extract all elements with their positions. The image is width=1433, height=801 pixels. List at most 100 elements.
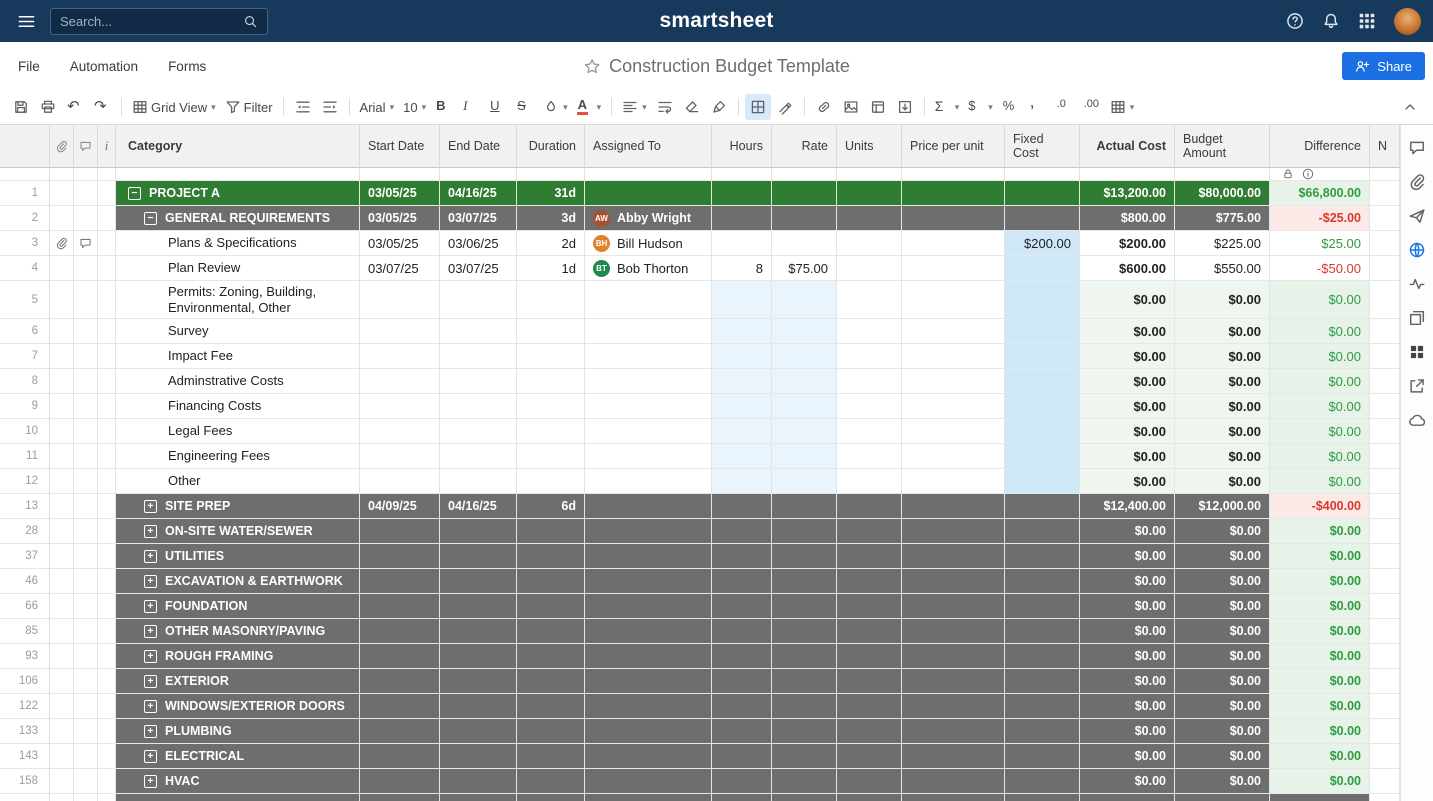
cell-comment[interactable]	[74, 206, 98, 231]
link-button[interactable]	[811, 94, 837, 120]
cell-fixed[interactable]	[1005, 519, 1080, 544]
column-header-attach[interactable]	[50, 125, 74, 168]
cell-attach[interactable]	[50, 769, 74, 794]
highlight-button[interactable]	[772, 94, 798, 120]
expand-toggle-icon[interactable]: +	[144, 600, 157, 613]
cell-next[interactable]	[1370, 394, 1400, 419]
copies-icon[interactable]	[1408, 309, 1426, 327]
cell-actual[interactable]: $0.00	[1080, 719, 1175, 744]
cell-budget[interactable]: $12,000.00	[1175, 494, 1270, 519]
cell-actual[interactable]: $0.00	[1080, 419, 1175, 444]
cell-budget[interactable]: $0.00	[1175, 769, 1270, 794]
cell-fixed[interactable]	[1005, 394, 1080, 419]
cell-info[interactable]	[98, 281, 116, 319]
notifications-bell-icon[interactable]	[1322, 12, 1340, 30]
cell-hours[interactable]	[712, 694, 772, 719]
cell-actual[interactable]: $0.00	[1080, 544, 1175, 569]
print-button[interactable]	[35, 94, 61, 120]
cell-hours[interactable]	[712, 769, 772, 794]
cell-price[interactable]	[902, 206, 1005, 231]
connections-icon[interactable]	[1408, 411, 1426, 429]
cell-hours[interactable]	[712, 181, 772, 206]
cell-actual[interactable]: $0.00	[1080, 769, 1175, 794]
cell-assigned[interactable]	[585, 569, 712, 594]
cell-rate[interactable]	[772, 494, 837, 519]
cell-attach[interactable]	[50, 694, 74, 719]
cell-hours[interactable]	[712, 669, 772, 694]
cell-attach[interactable]	[50, 794, 74, 801]
cell-info[interactable]	[98, 644, 116, 669]
cell-duration[interactable]	[517, 469, 585, 494]
column-header-hours[interactable]: Hours	[712, 125, 772, 168]
cell-actual[interactable]: $0.00	[1080, 319, 1175, 344]
cell-hours[interactable]	[712, 494, 772, 519]
collapse-toolbar-button[interactable]	[1397, 94, 1423, 120]
cell-assigned[interactable]: BTBob Thorton	[585, 256, 712, 281]
cell-fixed[interactable]	[1005, 694, 1080, 719]
cell-fixed[interactable]	[1005, 281, 1080, 319]
cell-rate[interactable]	[772, 769, 837, 794]
cell-category[interactable]: +UTILITIES	[116, 544, 360, 569]
cell-diff[interactable]: $0.00	[1270, 619, 1370, 644]
cell-info[interactable]	[98, 469, 116, 494]
cell-budget[interactable]: $0.00	[1175, 281, 1270, 319]
expand-toggle-icon[interactable]: +	[144, 525, 157, 538]
cell-category[interactable]: Engineering Fees	[116, 444, 360, 469]
column-header-actual[interactable]: Actual Cost	[1080, 125, 1175, 168]
cell-attach[interactable]	[50, 544, 74, 569]
cell-price[interactable]	[902, 231, 1005, 256]
cell-category[interactable]: Survey	[116, 319, 360, 344]
cell-budget[interactable]: $0.00	[1175, 719, 1270, 744]
cell-units[interactable]	[837, 494, 902, 519]
filter-button[interactable]: Filter	[221, 94, 277, 120]
collapse-toggle-icon[interactable]: −	[128, 187, 141, 200]
user-avatar[interactable]	[1394, 8, 1421, 35]
cell-rate[interactable]	[772, 231, 837, 256]
attachment-icon[interactable]	[55, 237, 68, 250]
cell-shift-button[interactable]	[892, 94, 918, 120]
cell-start[interactable]	[360, 419, 440, 444]
format-painter-button[interactable]	[706, 94, 732, 120]
cell-category[interactable]: +ROUGH FRAMING	[116, 644, 360, 669]
menu-file[interactable]: File	[18, 59, 40, 74]
cell-price[interactable]	[902, 644, 1005, 669]
cell-budget[interactable]: $80,000.00	[1175, 181, 1270, 206]
cell-fixed[interactable]	[1005, 569, 1080, 594]
cell-category[interactable]: +OTHER MASONRY/PAVING	[116, 619, 360, 644]
cell-duration[interactable]	[517, 669, 585, 694]
cell-start[interactable]: 04/09/25	[360, 494, 440, 519]
cell-next[interactable]	[1370, 744, 1400, 769]
cell-units[interactable]	[837, 469, 902, 494]
cell-actual[interactable]: $0.00	[1080, 344, 1175, 369]
cell-info[interactable]	[98, 181, 116, 206]
cell-fixed[interactable]	[1005, 544, 1080, 569]
cell-assigned[interactable]	[585, 694, 712, 719]
cell-actual[interactable]: $0.00	[1080, 369, 1175, 394]
cell-attach[interactable]	[50, 444, 74, 469]
cell-info[interactable]	[98, 619, 116, 644]
cell-budget[interactable]: $0.00	[1175, 444, 1270, 469]
percent-button[interactable]: %	[998, 94, 1024, 120]
row-number[interactable]: 46	[0, 569, 50, 594]
cell-units[interactable]	[837, 619, 902, 644]
cell-attach[interactable]	[50, 494, 74, 519]
cell-duration[interactable]	[517, 369, 585, 394]
cell-assigned[interactable]	[585, 769, 712, 794]
column-header-num[interactable]	[0, 125, 50, 168]
cell-price[interactable]	[902, 256, 1005, 281]
cell-comment[interactable]	[74, 719, 98, 744]
cell-comment[interactable]	[74, 281, 98, 319]
cell-comment[interactable]	[74, 694, 98, 719]
cell-info[interactable]	[98, 369, 116, 394]
cell-actual[interactable]: $0.00	[1080, 469, 1175, 494]
cell-fixed[interactable]	[1005, 769, 1080, 794]
cell-category[interactable]: Plan Review	[116, 256, 360, 281]
cell-info[interactable]	[98, 444, 116, 469]
cell-diff[interactable]: $0.00	[1270, 569, 1370, 594]
currency-button[interactable]: $▾	[964, 94, 997, 120]
cell-start[interactable]	[360, 669, 440, 694]
cell-start[interactable]	[360, 594, 440, 619]
font-color-button[interactable]: A▾	[573, 94, 606, 120]
cell-rate[interactable]	[772, 694, 837, 719]
cell-end[interactable]	[440, 344, 517, 369]
